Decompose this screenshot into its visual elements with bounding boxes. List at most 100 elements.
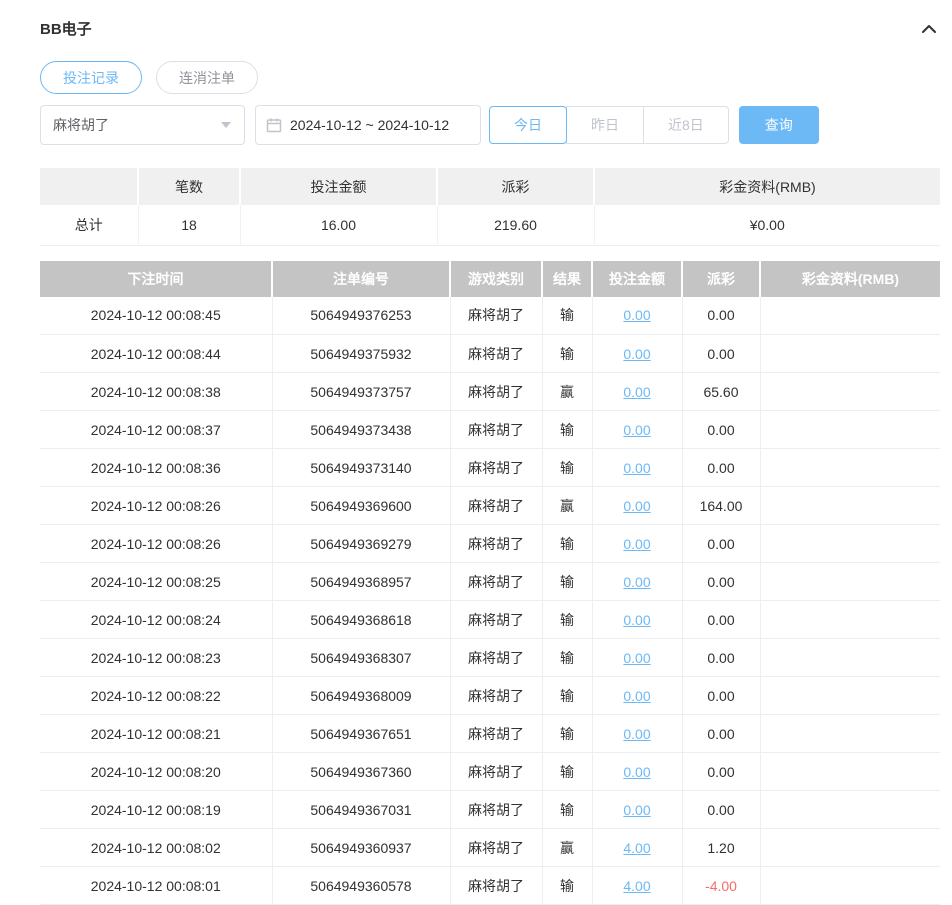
order-id-cell: 5064949368307 (272, 639, 450, 677)
bet-amount-link[interactable]: 0.00 (623, 688, 650, 704)
table-row: 2024-10-12 00:08:265064949369279麻将胡了输0.0… (40, 525, 940, 563)
result-cell: 输 (542, 563, 592, 601)
order-id-cell: 5064949367360 (272, 753, 450, 791)
payout-cell: 0.00 (682, 449, 760, 487)
result-cell: 赢 (542, 487, 592, 525)
payout-cell: 0.00 (682, 563, 760, 601)
order-id-cell: 5064949360937 (272, 829, 450, 867)
bet-time-cell: 2024-10-12 00:08:22 (40, 677, 272, 715)
bet-amount-link[interactable]: 0.00 (623, 346, 650, 362)
bonus-cell (760, 753, 940, 791)
result-cell: 赢 (542, 373, 592, 411)
summary-header-blank (40, 168, 138, 205)
filter-bar: 麻将胡了 2024-10-12 ~ 2024-10-12 今日 昨日 近8日 查… (40, 105, 940, 145)
order-id-cell: 5064949369279 (272, 525, 450, 563)
bet-amount-cell: 0.00 (592, 563, 682, 601)
result-cell: 输 (542, 677, 592, 715)
chevron-down-icon (220, 121, 232, 129)
result-cell: 输 (542, 867, 592, 905)
table-row: 2024-10-12 00:08:215064949367651麻将胡了输0.0… (40, 715, 940, 753)
bonus-cell (760, 411, 940, 449)
payout-cell: -4.00 (682, 867, 760, 905)
bonus-cell (760, 373, 940, 411)
col-header-order-id: 注单编号 (272, 261, 450, 297)
bonus-cell (760, 601, 940, 639)
payout-cell: 0.00 (682, 677, 760, 715)
quick-range-yesterday-button[interactable]: 昨日 (566, 106, 644, 144)
table-row: 2024-10-12 00:08:205064949367360麻将胡了输0.0… (40, 753, 940, 791)
payout-cell: 0.00 (682, 753, 760, 791)
bet-amount-link[interactable]: 0.00 (623, 536, 650, 552)
table-row: 2024-10-12 00:08:255064949368957麻将胡了输0.0… (40, 563, 940, 601)
payout-cell: 0.00 (682, 525, 760, 563)
game-select[interactable]: 麻将胡了 (40, 105, 245, 145)
date-range-input[interactable]: 2024-10-12 ~ 2024-10-12 (255, 105, 481, 145)
table-row: 2024-10-12 00:08:445064949375932麻将胡了输0.0… (40, 335, 940, 373)
bet-amount-link[interactable]: 0.00 (623, 612, 650, 628)
bet-amount-link[interactable]: 0.00 (623, 764, 650, 780)
bonus-cell (760, 715, 940, 753)
payout-cell: 164.00 (682, 487, 760, 525)
bet-amount-link[interactable]: 4.00 (623, 840, 650, 856)
bet-amount-link[interactable]: 0.00 (623, 422, 650, 438)
bet-amount-cell: 0.00 (592, 297, 682, 335)
summary-total-bet-amount: 16.00 (240, 205, 437, 245)
search-button[interactable]: 查询 (739, 106, 819, 144)
table-row: 2024-10-12 00:08:225064949368009麻将胡了输0.0… (40, 677, 940, 715)
order-id-cell: 5064949368618 (272, 601, 450, 639)
calendar-icon (266, 117, 282, 133)
page-title: BB电子 (40, 18, 92, 39)
order-id-cell: 5064949373438 (272, 411, 450, 449)
bet-amount-link[interactable]: 0.00 (623, 460, 650, 476)
bet-amount-cell: 0.00 (592, 639, 682, 677)
bet-amount-link[interactable]: 0.00 (623, 650, 650, 666)
quick-range-8days-button[interactable]: 近8日 (643, 106, 729, 144)
bet-time-cell: 2024-10-12 00:08:44 (40, 335, 272, 373)
summary-header-payout: 派彩 (437, 168, 594, 205)
game-type-cell: 麻将胡了 (450, 639, 542, 677)
game-type-cell: 麻将胡了 (450, 487, 542, 525)
col-header-result: 结果 (542, 261, 592, 297)
bet-time-cell: 2024-10-12 00:08:01 (40, 867, 272, 905)
game-type-cell: 麻将胡了 (450, 373, 542, 411)
date-range-value: 2024-10-12 ~ 2024-10-12 (290, 117, 449, 133)
bonus-cell (760, 487, 940, 525)
bonus-cell (760, 449, 940, 487)
bet-amount-cell: 4.00 (592, 867, 682, 905)
collapse-chevron-up-icon[interactable] (918, 20, 940, 38)
order-id-cell: 5064949373757 (272, 373, 450, 411)
payout-cell: 0.00 (682, 715, 760, 753)
bet-records-table: 下注时间 注单编号 游戏类别 结果 投注金额 派彩 彩金资料(RMB) 2024… (40, 261, 940, 905)
table-row: 2024-10-12 00:08:245064949368618麻将胡了输0.0… (40, 601, 940, 639)
tab-bet-records[interactable]: 投注记录 (40, 61, 142, 94)
summary-table: 笔数 投注金额 派彩 彩金资料(RMB) 总计 18 16.00 219.60 … (40, 168, 940, 246)
summary-total-payout: 219.60 (437, 205, 594, 245)
order-id-cell: 5064949373140 (272, 449, 450, 487)
bet-amount-link[interactable]: 0.00 (623, 574, 650, 590)
game-type-cell: 麻将胡了 (450, 411, 542, 449)
bet-amount-link[interactable]: 0.00 (623, 802, 650, 818)
bet-amount-link[interactable]: 0.00 (623, 498, 650, 514)
quick-range-today-button[interactable]: 今日 (489, 106, 567, 144)
bet-time-cell: 2024-10-12 00:08:38 (40, 373, 272, 411)
table-row: 2024-10-12 00:08:235064949368307麻将胡了输0.0… (40, 639, 940, 677)
order-id-cell: 5064949368009 (272, 677, 450, 715)
bet-amount-cell: 0.00 (592, 449, 682, 487)
bet-amount-link[interactable]: 0.00 (623, 307, 650, 323)
bonus-cell (760, 867, 940, 905)
bet-amount-link[interactable]: 4.00 (623, 878, 650, 894)
result-cell: 输 (542, 449, 592, 487)
game-type-cell: 麻将胡了 (450, 791, 542, 829)
bet-time-cell: 2024-10-12 00:08:20 (40, 753, 272, 791)
result-cell: 输 (542, 297, 592, 335)
game-type-cell: 麻将胡了 (450, 867, 542, 905)
bet-amount-cell: 0.00 (592, 677, 682, 715)
quick-range-group: 今日 昨日 近8日 (489, 106, 729, 144)
summary-header-bonus: 彩金资料(RMB) (594, 168, 940, 205)
col-header-payout: 派彩 (682, 261, 760, 297)
bet-amount-link[interactable]: 0.00 (623, 726, 650, 742)
order-id-cell: 5064949376253 (272, 297, 450, 335)
game-type-cell: 麻将胡了 (450, 449, 542, 487)
tab-cancelled-orders[interactable]: 连消注单 (156, 61, 258, 94)
bet-amount-link[interactable]: 0.00 (623, 384, 650, 400)
